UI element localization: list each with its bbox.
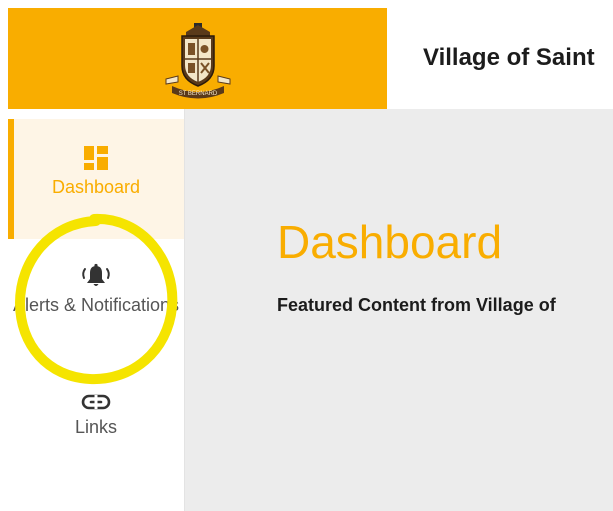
sidebar: Dashboard Alerts & Notifications Links [8,109,185,511]
sidebar-item-alerts[interactable]: Alerts & Notifications [8,249,184,379]
sidebar-item-label: Alerts & Notifications [12,295,180,315]
logo-bar: ST BERNARD [8,8,387,109]
title-bar: Village of Saint [387,8,613,109]
crest-banner-text: ST BERNARD [179,91,218,97]
village-crest-logo[interactable]: ST BERNARD [158,22,238,102]
dashboard-grid-icon [84,146,108,170]
link-icon [81,394,111,410]
app-frame: ST BERNARD Village of Saint Dashboard Al… [8,8,613,511]
bell-icon [82,263,110,286]
main-content: Dashboard Featured Content from Village … [185,109,613,511]
app-title: Village of Saint [423,44,595,71]
sidebar-item-dashboard[interactable]: Dashboard [8,119,184,239]
sidebar-item-label: Dashboard [51,177,141,197]
sidebar-item-label: Links [74,417,118,437]
page-subtitle: Featured Content from Village of [277,295,556,315]
page-title: Dashboard [277,216,503,268]
sidebar-item-links[interactable]: Links [8,389,184,469]
